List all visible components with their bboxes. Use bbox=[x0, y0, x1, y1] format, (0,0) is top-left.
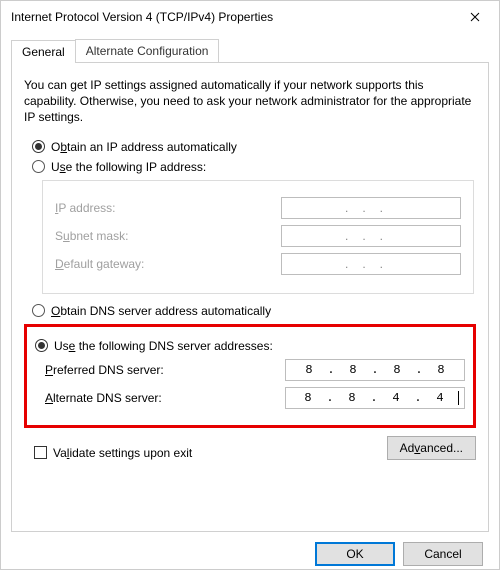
input-alternate-dns[interactable]: 8.8.4.4 bbox=[285, 387, 465, 409]
radio-obtain-dns-auto[interactable]: Obtain DNS server address automatically bbox=[32, 304, 476, 318]
radio-use-following-ip-label: Use the following IP address: bbox=[51, 160, 206, 174]
radio-use-following-dns-label: Use the following DNS server addresses: bbox=[54, 339, 273, 353]
ip-settings-group: IP address: ... Subnet mask: ... Default… bbox=[42, 180, 474, 294]
dns-highlight-box: Use the following DNS server addresses: … bbox=[24, 324, 476, 428]
radio-obtain-ip-auto-label: Obtain an IP address automatically bbox=[51, 140, 237, 154]
properties-dialog: Internet Protocol Version 4 (TCP/IPv4) P… bbox=[0, 0, 500, 570]
radio-icon bbox=[32, 140, 45, 153]
input-subnet-mask: ... bbox=[281, 225, 461, 247]
radio-icon bbox=[35, 339, 48, 352]
checkbox-validate-label: Validate settings upon exit bbox=[53, 446, 192, 460]
row-preferred-dns: Preferred DNS server: 8.8.8.8 bbox=[35, 359, 465, 381]
client-area: General Alternate Configuration You can … bbox=[1, 33, 499, 576]
title-bar: Internet Protocol Version 4 (TCP/IPv4) P… bbox=[1, 1, 499, 33]
label-default-gateway: Default gateway: bbox=[55, 257, 144, 271]
tab-alternate-configuration[interactable]: Alternate Configuration bbox=[75, 39, 220, 62]
tab-general[interactable]: General bbox=[11, 40, 76, 63]
radio-icon bbox=[32, 160, 45, 173]
tab-panel-general: You can get IP settings assigned automat… bbox=[11, 62, 489, 532]
checkbox-icon bbox=[34, 446, 47, 459]
tab-strip: General Alternate Configuration bbox=[11, 39, 489, 62]
text-caret-icon bbox=[458, 391, 459, 405]
close-button[interactable] bbox=[452, 2, 497, 32]
radio-icon bbox=[32, 304, 45, 317]
cancel-button-label: Cancel bbox=[424, 547, 461, 561]
bottom-row: Validate settings upon exit Advanced... bbox=[24, 436, 476, 460]
input-ip-address: ... bbox=[281, 197, 461, 219]
label-subnet-mask: Subnet mask: bbox=[55, 229, 128, 243]
tab-general-label: General bbox=[22, 45, 65, 59]
tab-alternate-label: Alternate Configuration bbox=[86, 44, 209, 58]
cancel-button[interactable]: Cancel bbox=[403, 542, 483, 566]
dialog-button-row: OK Cancel bbox=[11, 532, 489, 566]
label-preferred-dns: Preferred DNS server: bbox=[45, 363, 164, 377]
ok-button[interactable]: OK bbox=[315, 542, 395, 566]
row-subnet-mask: Subnet mask: ... bbox=[55, 225, 461, 247]
advanced-button-label: Advanced... bbox=[400, 441, 463, 455]
label-alternate-dns: Alternate DNS server: bbox=[45, 391, 162, 405]
input-preferred-dns[interactable]: 8.8.8.8 bbox=[285, 359, 465, 381]
radio-obtain-dns-auto-label: Obtain DNS server address automatically bbox=[51, 304, 271, 318]
close-icon bbox=[470, 12, 480, 22]
row-alternate-dns: Alternate DNS server: 8.8.4.4 bbox=[35, 387, 465, 409]
row-ip-address: IP address: ... bbox=[55, 197, 461, 219]
radio-use-following-dns[interactable]: Use the following DNS server addresses: bbox=[35, 339, 465, 353]
window-title: Internet Protocol Version 4 (TCP/IPv4) P… bbox=[11, 10, 452, 24]
intro-text: You can get IP settings assigned automat… bbox=[24, 77, 476, 126]
input-default-gateway: ... bbox=[281, 253, 461, 275]
radio-use-following-ip[interactable]: Use the following IP address: bbox=[32, 160, 476, 174]
ok-button-label: OK bbox=[346, 547, 363, 561]
row-default-gateway: Default gateway: ... bbox=[55, 253, 461, 275]
checkbox-validate-on-exit[interactable]: Validate settings upon exit bbox=[34, 446, 192, 460]
advanced-button[interactable]: Advanced... bbox=[387, 436, 476, 460]
radio-obtain-ip-auto[interactable]: Obtain an IP address automatically bbox=[32, 140, 476, 154]
label-ip-address: IP address: bbox=[55, 201, 116, 215]
